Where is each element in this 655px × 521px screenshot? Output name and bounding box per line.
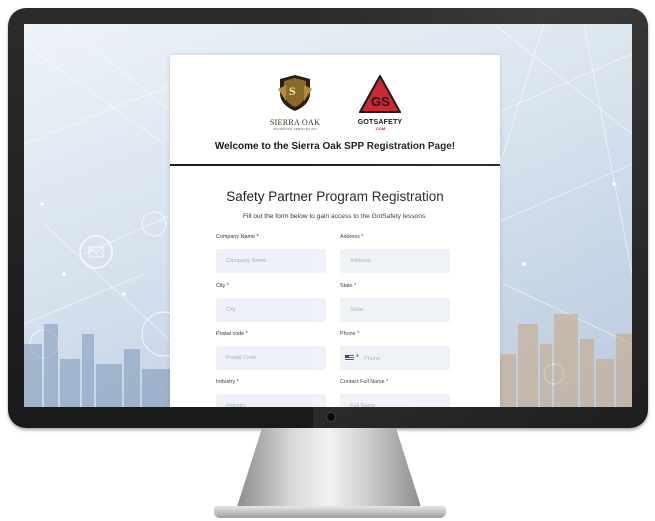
city-field: City * [216,283,326,322]
contact-full-name-label: Contact Full Name * [340,379,389,385]
svg-text:GS: GS [371,94,390,109]
industry-label: Industry * [216,379,239,385]
welcome-heading: Welcome to the Sierra Oak SPP Registrati… [214,141,456,152]
company-name-input[interactable] [216,249,326,273]
form-title: Safety Partner Program Registration [226,189,444,204]
sierra-oak-name: SIERRA OAK [269,118,321,127]
warning-triangle-icon: GS [358,73,402,113]
industry-input[interactable] [216,394,326,407]
company-name-label: Company Name * [216,234,259,240]
city-label: City * [216,283,229,289]
postal-code-label: Postal code * [216,331,248,337]
gotsafety-brand: GOTSAFETY [357,119,403,126]
us-flag-icon[interactable] [345,355,354,361]
gotsafety-logo: GS GOTSAFETY .COM [350,73,410,135]
gotsafety-domain: .COM [374,126,386,131]
monitor-frame: S SIERRA OAK INSURANCE SERVICES INC GS G… [8,8,648,428]
shield-crest-icon: S [278,75,312,111]
svg-text:S: S [289,84,296,98]
contact-full-name-field: Contact Full Name * [340,379,450,407]
industry-field: Industry * [216,379,326,407]
postal-code-input[interactable] [216,346,326,370]
logo-row: S SIERRA OAK INSURANCE SERVICES INC GS G… [170,73,500,135]
monitor-screen: S SIERRA OAK INSURANCE SERVICES INC GS G… [24,24,632,407]
phone-label: Phone * [340,331,360,337]
address-input[interactable] [340,249,450,273]
city-skyline-left [24,324,170,407]
city-skyline-right [500,314,632,407]
sierra-oak-logo: S SIERRA OAK INSURANCE SERVICES INC [260,75,330,135]
company-name-field: Company Name * [216,234,326,273]
contact-full-name-input[interactable] [340,394,450,407]
form-description: Fill out the form below to gain access t… [243,213,427,220]
phone-field: Phone * ▾ [340,331,452,372]
monitor-stand-base [214,506,446,518]
phone-input[interactable] [362,346,452,372]
header-divider [170,164,500,166]
city-input[interactable] [216,298,326,322]
postal-code-field: Postal code * [216,331,326,370]
chevron-down-icon[interactable]: ▾ [356,353,359,359]
monitor-stand-neck [236,428,422,510]
address-field: Address * [340,234,450,273]
sierra-oak-subtitle: INSURANCE SERVICES INC [272,127,318,131]
phone-input-wrapper: ▾ [340,346,452,372]
webcam-icon [326,412,336,422]
state-field: State * [340,283,450,322]
state-input[interactable] [340,298,450,322]
state-label: State * [340,283,357,289]
address-label: Address * [340,234,364,240]
registration-card: S SIERRA OAK INSURANCE SERVICES INC GS G… [170,55,500,407]
